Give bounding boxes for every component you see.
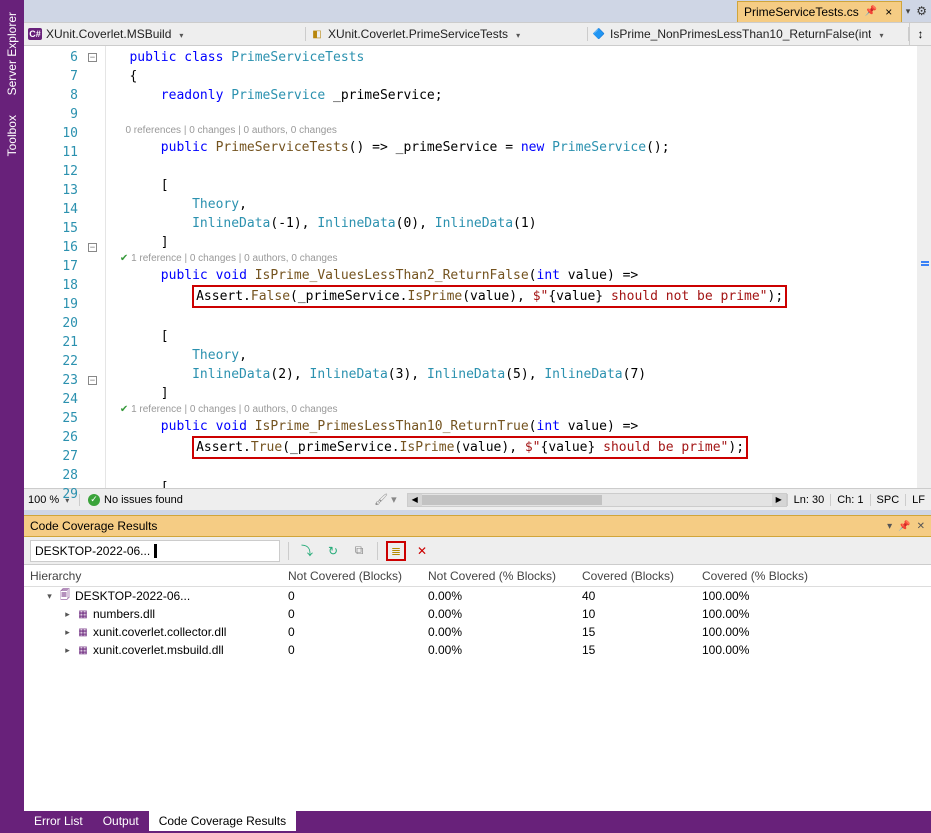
- module-icon: [77, 626, 89, 638]
- col-not-covered-blocks[interactable]: Not Covered (Blocks): [282, 565, 422, 586]
- indent-mode[interactable]: SPC: [870, 494, 906, 506]
- bottom-tool-tabs: Error List Output Code Coverage Results: [24, 811, 931, 833]
- editor-status-bar: 100 % ✓ No issues found 🖌 ▾ ◀ ▶ Ln: 30 C…: [24, 488, 931, 510]
- chevron-down-icon: [175, 27, 183, 41]
- coverage-tree[interactable]: ▾DESKTOP-2022-06...00.00%40100.00%▸numbe…: [24, 587, 931, 811]
- pin-icon[interactable]: [865, 6, 877, 18]
- coverage-results-dropdown[interactable]: DESKTOP-2022-06...: [30, 540, 280, 562]
- nav-class-dropdown[interactable]: XUnit.Coverlet.PrimeServiceTests: [306, 27, 588, 41]
- chevron-down-icon: [512, 27, 520, 41]
- coverage-row[interactable]: ▸xunit.coverlet.collector.dll00.00%15100…: [24, 623, 931, 641]
- issues-indicator[interactable]: ✓ No issues found: [80, 494, 364, 506]
- coverage-row[interactable]: ▸xunit.coverlet.msbuild.dll00.00%15100.0…: [24, 641, 931, 659]
- cleanup-icon[interactable]: 🖌 ▾: [364, 493, 407, 506]
- rail-tab-toolbox[interactable]: Toolbox: [3, 105, 21, 166]
- tab-code-coverage[interactable]: Code Coverage Results: [149, 811, 296, 831]
- tree-toggle-icon[interactable]: ▸: [62, 609, 73, 620]
- rail-tab-server-explorer[interactable]: Server Explorer: [3, 2, 21, 105]
- csharp-project-icon: C#: [28, 28, 42, 40]
- tree-toggle-icon[interactable]: ▸: [62, 627, 73, 638]
- eol-mode[interactable]: LF: [905, 494, 931, 506]
- results-icon: [59, 590, 71, 602]
- col-covered-blocks[interactable]: Covered (Blocks): [576, 565, 696, 586]
- close-icon[interactable]: ✕: [917, 521, 925, 532]
- active-files-dropdown-icon[interactable]: ▾: [906, 6, 911, 17]
- tab-output[interactable]: Output: [93, 811, 149, 831]
- export-results-button[interactable]: ↻: [323, 541, 343, 561]
- document-tab-active[interactable]: PrimeServiceTests.cs ×: [737, 1, 902, 22]
- scroll-thumb[interactable]: [422, 495, 602, 505]
- panel-title-bar: Code Coverage Results ▾ 📌 ✕: [24, 515, 931, 537]
- nav-project-dropdown[interactable]: C# XUnit.Coverlet.MSBuild: [24, 27, 306, 41]
- coverage-column-headers: Hierarchy Not Covered (Blocks) Not Cover…: [24, 565, 931, 587]
- panel-title: Code Coverage Results: [30, 519, 157, 533]
- tab-error-list[interactable]: Error List: [24, 811, 93, 831]
- scroll-left-icon[interactable]: ◀: [408, 494, 422, 506]
- pin-icon[interactable]: 📌: [898, 521, 910, 532]
- window-menu-icon[interactable]: ▾: [887, 521, 892, 532]
- split-window-button[interactable]: ↕: [909, 23, 931, 45]
- show-coloring-button[interactable]: ≣: [386, 541, 406, 561]
- coverage-row[interactable]: ▾DESKTOP-2022-06...00.00%40100.00%: [24, 587, 931, 605]
- scroll-right-icon[interactable]: ▶: [772, 494, 786, 506]
- code-editor[interactable]: 6789101112131415161718192021222324252627…: [24, 46, 931, 488]
- import-results-button[interactable]: ⤵: [297, 541, 317, 561]
- line-number-gutter: 6789101112131415161718192021222324252627…: [30, 46, 88, 488]
- left-tool-rail: Server Explorer Toolbox: [0, 0, 24, 833]
- caret-col: Ch: 1: [830, 494, 869, 506]
- fold-column[interactable]: −−−: [88, 46, 106, 488]
- code-surface[interactable]: public class PrimeServiceTests { readonl…: [106, 46, 931, 488]
- method-icon: [592, 27, 606, 41]
- document-tab-label: PrimeServiceTests.cs: [744, 5, 859, 19]
- class-icon: [310, 27, 324, 41]
- chevron-down-icon: [875, 27, 883, 41]
- coverage-row[interactable]: ▸numbers.dll00.00%10100.00%: [24, 605, 931, 623]
- coverage-toolbar: DESKTOP-2022-06... ⤵ ↻ ⧉ ≣ ✕: [24, 537, 931, 565]
- vertical-scrollbar[interactable]: [917, 46, 931, 488]
- tree-toggle-icon[interactable]: ▾: [44, 591, 55, 602]
- gear-icon[interactable]: ⚙: [916, 4, 927, 18]
- module-icon: [77, 644, 89, 656]
- merge-results-button[interactable]: ⧉: [349, 541, 369, 561]
- code-nav-bar: C# XUnit.Coverlet.MSBuild XUnit.Coverlet…: [24, 22, 931, 46]
- col-not-covered-pct[interactable]: Not Covered (% Blocks): [422, 565, 576, 586]
- caret-line: Ln: 30: [787, 494, 831, 506]
- remove-button[interactable]: ✕: [412, 541, 432, 561]
- code-coverage-panel: Code Coverage Results ▾ 📌 ✕ DESKTOP-2022…: [24, 515, 931, 811]
- nav-member-dropdown[interactable]: IsPrime_NonPrimesLessThan10_ReturnFalse(…: [588, 27, 909, 41]
- close-icon[interactable]: ×: [883, 6, 895, 18]
- module-icon: [77, 608, 89, 620]
- col-hierarchy[interactable]: Hierarchy: [24, 565, 282, 586]
- document-tab-strip: PrimeServiceTests.cs × ▾ ⚙: [24, 0, 931, 22]
- col-covered-pct[interactable]: Covered (% Blocks): [696, 565, 931, 586]
- horizontal-scrollbar[interactable]: ◀ ▶: [407, 493, 787, 507]
- tree-toggle-icon[interactable]: ▸: [62, 645, 73, 656]
